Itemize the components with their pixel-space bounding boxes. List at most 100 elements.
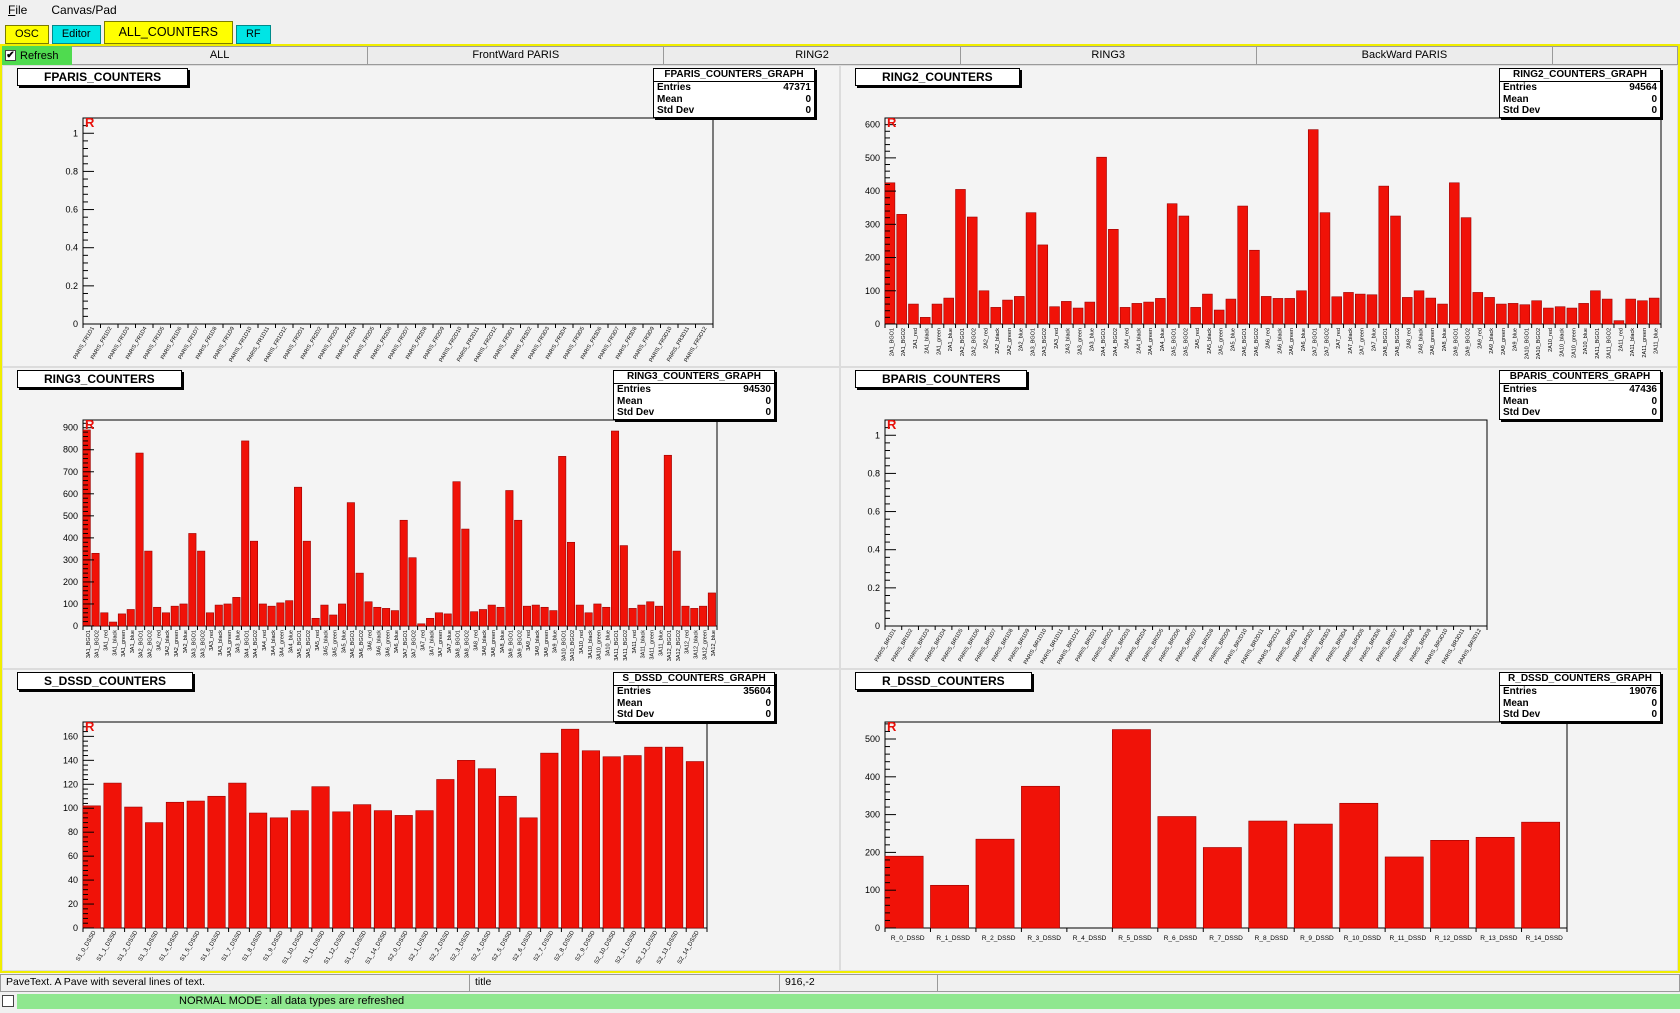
svg-text:3A3_red: 3A3_red xyxy=(209,630,215,651)
svg-text:3A1_BGO1: 3A1_BGO1 xyxy=(86,630,92,658)
x-axis-labels: S1_0_DSSDS1_1_DSSDS1_2_DSSDS1_3_DSSDS1_4… xyxy=(75,928,707,965)
menu-canvas-pad[interactable]: Canvas/Pad xyxy=(51,3,116,17)
histogram-title[interactable]: R_DSSD_COUNTERS xyxy=(855,672,1032,690)
svg-text:2A6_black: 2A6_black xyxy=(1277,328,1283,354)
svg-text:S1_6_DSSD: S1_6_DSSD xyxy=(200,929,223,962)
svg-text:2A7_green: 2A7_green xyxy=(1360,328,1366,355)
histogram-title[interactable]: BPARIS_COUNTERS xyxy=(855,370,1027,388)
svg-text:R_0_DSSD: R_0_DSSD xyxy=(891,935,925,942)
svg-text:3A10_BGO2: 3A10_BGO2 xyxy=(570,630,576,661)
mode-checkbox[interactable] xyxy=(2,995,14,1007)
histogram-title[interactable]: S_DSSD_COUNTERS xyxy=(17,672,193,690)
svg-text:1: 1 xyxy=(875,430,880,440)
svg-text:2A9_BGO2: 2A9_BGO2 xyxy=(1466,328,1472,356)
svg-text:3A4_BGO2: 3A4_BGO2 xyxy=(253,630,259,658)
stats-box[interactable]: BPARIS_COUNTERS_GRAPHEntries47436Mean0St… xyxy=(1499,370,1661,420)
refresh-label: Refresh xyxy=(20,50,59,62)
section-ring2[interactable]: RING2 xyxy=(664,46,960,65)
svg-text:2A1_green: 2A1_green xyxy=(936,328,942,355)
svg-text:400: 400 xyxy=(865,772,880,782)
svg-text:300: 300 xyxy=(63,555,78,565)
svg-text:3A2_BGO1: 3A2_BGO1 xyxy=(139,630,145,658)
svg-text:S2_5_DSSD: S2_5_DSSD xyxy=(491,929,514,962)
section-bar: ✔ Refresh ALL FrontWard PARIS RING2 RING… xyxy=(2,46,1678,65)
stats-title: S_DSSD_COUNTERS_GRAPH xyxy=(614,673,774,686)
tab-osc[interactable]: OSC xyxy=(5,25,49,44)
svg-text:2A11_red: 2A11_red xyxy=(1618,328,1624,351)
svg-text:0.6: 0.6 xyxy=(65,205,78,215)
svg-text:2A2_BGO1: 2A2_BGO1 xyxy=(960,328,966,356)
svg-text:2A3_black: 2A3_black xyxy=(1066,328,1072,354)
r-marker: R xyxy=(85,719,95,734)
svg-text:2A5_BGO2: 2A5_BGO2 xyxy=(1183,328,1189,356)
svg-text:3A1_red: 3A1_red xyxy=(104,630,110,651)
stats-box[interactable]: R_DSSD_COUNTERS_GRAPHEntries19076Mean0St… xyxy=(1499,672,1661,722)
stats-entries: Entries94530 xyxy=(614,384,774,396)
svg-text:2A9_BGO1: 2A9_BGO1 xyxy=(1454,328,1460,356)
tab-rf[interactable]: RF xyxy=(236,25,271,44)
section-frontward-paris[interactable]: FrontWard PARIS xyxy=(368,46,664,65)
histogram-title[interactable]: FPARIS_COUNTERS xyxy=(17,68,188,86)
pad-bparis-counters[interactable]: BPARIS_COUNTERS BPARIS_COUNTERS_GRAPHEntr… xyxy=(841,368,1677,668)
svg-text:S1_7_DSSD: S1_7_DSSD xyxy=(221,929,244,962)
stats-box[interactable]: S_DSSD_COUNTERS_GRAPHEntries35604Mean0St… xyxy=(613,672,775,722)
svg-text:R_8_DSSD: R_8_DSSD xyxy=(1255,935,1289,942)
svg-text:2A8_blue: 2A8_blue xyxy=(1442,328,1448,351)
pad-ring3-counters[interactable]: RING3_COUNTERS RING3_COUNTERS_GRAPHEntrie… xyxy=(3,368,839,668)
svg-text:R_9_DSSD: R_9_DSSD xyxy=(1300,935,1334,942)
svg-text:3A12_green: 3A12_green xyxy=(702,630,708,660)
pad-ring2-counters[interactable]: RING2_COUNTERS RING2_COUNTERS_GRAPHEntrie… xyxy=(841,66,1677,366)
tab-editor[interactable]: Editor xyxy=(52,25,101,44)
svg-text:3A7_red: 3A7_red xyxy=(421,630,427,651)
svg-text:200: 200 xyxy=(865,253,880,263)
section-ring3[interactable]: RING3 xyxy=(961,46,1257,65)
pad-r-dssd-counters[interactable]: R_DSSD_COUNTERS R_DSSD_COUNTERS_GRAPHEntr… xyxy=(841,670,1677,970)
svg-text:2A7_BGO2: 2A7_BGO2 xyxy=(1324,328,1330,356)
svg-text:200: 200 xyxy=(865,847,880,857)
svg-text:3A8_black: 3A8_black xyxy=(482,630,488,656)
section-all[interactable]: ALL xyxy=(72,46,368,65)
stats-mean: Mean0 xyxy=(614,396,774,408)
histogram-title[interactable]: RING3_COUNTERS xyxy=(17,370,182,388)
svg-text:S2_11_DSSD: S2_11_DSSD xyxy=(615,929,639,965)
pad-s-dssd-counters[interactable]: S_DSSD_COUNTERS S_DSSD_COUNTERS_GRAPHEntr… xyxy=(3,670,839,970)
section-backward-paris[interactable]: BackWard PARIS xyxy=(1257,46,1553,65)
stats-box[interactable]: FPARIS_COUNTERS_GRAPHEntries47371Mean0St… xyxy=(653,68,815,118)
svg-text:3A1_BGO2: 3A1_BGO2 xyxy=(95,630,101,658)
svg-text:2A10_red: 2A10_red xyxy=(1548,328,1554,352)
svg-text:2A3_BGO2: 2A3_BGO2 xyxy=(1042,328,1048,356)
svg-text:R_12_DSSD: R_12_DSSD xyxy=(1435,935,1473,942)
svg-text:S1_10_DSSD: S1_10_DSSD xyxy=(282,929,306,965)
svg-text:0.8: 0.8 xyxy=(65,166,78,176)
svg-text:0: 0 xyxy=(875,621,880,631)
svg-text:3A6_black: 3A6_black xyxy=(376,630,382,656)
svg-text:3A9_red: 3A9_red xyxy=(526,630,532,651)
svg-text:40: 40 xyxy=(68,875,78,885)
stats-entries: Entries19076 xyxy=(1500,686,1660,698)
svg-text:2A6_green: 2A6_green xyxy=(1289,328,1295,355)
histogram-title[interactable]: RING2_COUNTERS xyxy=(855,68,1020,86)
svg-text:3A1_green: 3A1_green xyxy=(121,630,127,657)
svg-text:S1_8_DSSD: S1_8_DSSD xyxy=(242,929,265,962)
svg-text:0.4: 0.4 xyxy=(65,243,78,253)
svg-text:2A8_BGO1: 2A8_BGO1 xyxy=(1383,328,1389,356)
svg-text:2A3_BGO1: 2A3_BGO1 xyxy=(1030,328,1036,356)
stats-box[interactable]: RING2_COUNTERS_GRAPHEntries94564Mean0Std… xyxy=(1499,68,1661,118)
svg-text:3A7_BGO1: 3A7_BGO1 xyxy=(403,630,409,658)
svg-text:3A6_red: 3A6_red xyxy=(368,630,374,651)
svg-text:2A11_green: 2A11_green xyxy=(1642,328,1648,358)
stats-stddev: Std Dev0 xyxy=(1500,105,1660,117)
status-object-name: title xyxy=(470,974,780,992)
menu-file[interactable]: File xyxy=(8,3,27,17)
svg-text:3A10_blue: 3A10_blue xyxy=(605,630,611,656)
pad-fparis-counters[interactable]: FPARIS_COUNTERS FPARIS_COUNTERS_GRAPHEntr… xyxy=(3,66,839,366)
status-bar: PaveText. A Pave with several lines of t… xyxy=(0,974,1680,992)
svg-text:500: 500 xyxy=(63,511,78,521)
tab-all-counters[interactable]: ALL_COUNTERS xyxy=(104,21,233,44)
svg-text:2A1_black: 2A1_black xyxy=(925,328,931,354)
svg-text:2A2_BGO2: 2A2_BGO2 xyxy=(972,328,978,356)
refresh-toggle[interactable]: ✔ Refresh xyxy=(2,46,72,65)
stats-box[interactable]: RING3_COUNTERS_GRAPHEntries94530Mean0Std… xyxy=(613,370,775,420)
refresh-checkbox[interactable]: ✔ xyxy=(5,50,16,61)
svg-text:2A8_green: 2A8_green xyxy=(1430,328,1436,355)
